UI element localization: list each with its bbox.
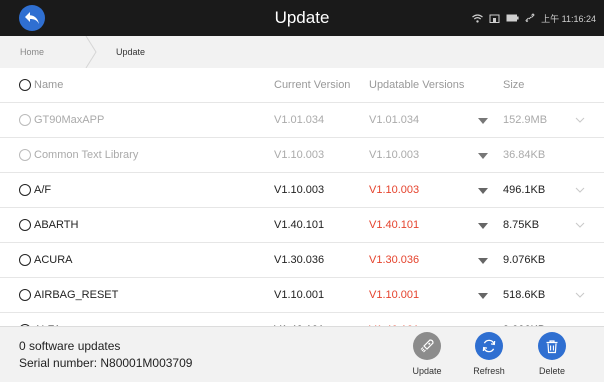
row-radio[interactable]	[19, 254, 31, 266]
chevron-down-icon[interactable]	[574, 278, 586, 312]
table-row[interactable]: ABARTH V1.40.101 V1.40.101 8.75KB	[0, 208, 604, 243]
top-bar: Update 上午 11:16:24	[0, 0, 604, 36]
breadcrumb-separator-icon	[85, 36, 97, 68]
refresh-button-circle	[475, 332, 503, 360]
update-button-label: Update	[412, 366, 442, 376]
chevron-down-icon[interactable]	[574, 103, 586, 137]
row-radio[interactable]	[19, 184, 31, 196]
row-name: A/F	[34, 184, 52, 196]
row-updatable-version: V1.10.003	[369, 149, 420, 161]
version-dropdown-icon[interactable]	[478, 118, 488, 124]
row-radio[interactable]	[19, 219, 31, 231]
row-name: ACURA	[34, 254, 73, 266]
row-name: Common Text Library	[34, 149, 139, 161]
version-dropdown-icon[interactable]	[478, 188, 488, 194]
row-updatable-version: V1.10.001	[369, 289, 420, 301]
refresh-icon	[482, 339, 496, 353]
table-row[interactable]: A/F V1.10.003 V1.10.003 496.1KB	[0, 173, 604, 208]
breadcrumb: Home Update	[0, 36, 604, 69]
table-header: Name Current Version Updatable Versions …	[0, 68, 604, 103]
row-radio[interactable]	[19, 149, 31, 161]
row-current-version: V1.40.101	[274, 219, 325, 231]
row-updatable-version: V1.01.034	[369, 114, 420, 126]
row-size: 36.84KB	[503, 149, 546, 161]
row-current-version: V1.01.034	[274, 114, 325, 126]
table-row[interactable]: GT90MaxAPP V1.01.034 V1.01.034 152.9MB	[0, 103, 604, 138]
software-updates-count: 0 software updates	[19, 339, 121, 353]
column-current-version: Current Version	[274, 79, 351, 91]
version-dropdown-icon[interactable]	[478, 293, 488, 299]
delete-button-label: Delete	[538, 366, 565, 376]
row-current-version: V1.30.036	[274, 254, 325, 266]
table-row[interactable]: AIRBAG_RESET V1.10.001 V1.10.001 518.6KB	[0, 278, 604, 313]
select-all-radio[interactable]	[19, 79, 31, 91]
update-button[interactable]: Update	[401, 332, 451, 380]
row-size: 496.1KB	[503, 184, 546, 196]
delete-button[interactable]: Delete	[526, 332, 576, 380]
delete-button-circle	[538, 332, 566, 360]
row-current-version: V1.10.001	[274, 289, 325, 301]
column-name: Name	[34, 79, 64, 91]
table-row[interactable]: Common Text Library V1.10.003 V1.10.003 …	[0, 138, 604, 173]
status-time: 上午 11:16:24	[541, 13, 596, 24]
row-name: AIRBAG_RESET	[34, 289, 119, 301]
breadcrumb-home[interactable]: Home	[20, 36, 44, 68]
status-bar: 上午 11:16:24	[472, 0, 596, 36]
row-current-version: V1.10.003	[274, 149, 325, 161]
version-dropdown-icon[interactable]	[478, 258, 488, 264]
column-updatable-versions: Updatable Versions	[369, 79, 465, 91]
row-size: 518.6KB	[503, 289, 546, 301]
update-button-circle	[413, 332, 441, 360]
serial-number: Serial number: N80001M003709	[19, 356, 193, 370]
version-dropdown-icon[interactable]	[478, 223, 488, 229]
table-row[interactable]: ACURA V1.30.036 V1.30.036 9.076KB	[0, 243, 604, 278]
row-radio[interactable]	[19, 289, 31, 301]
row-size: 9.076KB	[503, 254, 546, 266]
rocket-icon	[420, 339, 434, 353]
breadcrumb-current: Update	[116, 47, 146, 57]
row-updatable-version: V1.10.003	[369, 184, 420, 196]
row-updatable-version: V1.30.036	[369, 254, 420, 266]
column-size: Size	[503, 79, 525, 91]
wifi-icon	[472, 13, 483, 23]
version-dropdown-icon[interactable]	[478, 153, 488, 159]
row-name: GT90MaxAPP	[34, 114, 105, 126]
row-name: ABARTH	[34, 219, 79, 231]
row-radio[interactable]	[19, 114, 31, 126]
home-network-icon	[489, 14, 500, 23]
chevron-down-icon[interactable]	[574, 208, 586, 242]
row-size: 152.9MB	[503, 114, 548, 126]
link-icon	[525, 13, 535, 23]
row-current-version: V1.10.003	[274, 184, 325, 196]
row-updatable-version: V1.40.101	[369, 219, 420, 231]
row-size: 8.75KB	[503, 219, 540, 231]
chevron-down-icon[interactable]	[574, 173, 586, 207]
battery-icon	[506, 14, 519, 22]
bottom-bar: 0 software updates Serial number: N80001…	[0, 326, 604, 382]
trash-icon	[546, 339, 558, 353]
refresh-button-label: Refresh	[473, 366, 505, 376]
refresh-button[interactable]: Refresh	[463, 332, 513, 380]
